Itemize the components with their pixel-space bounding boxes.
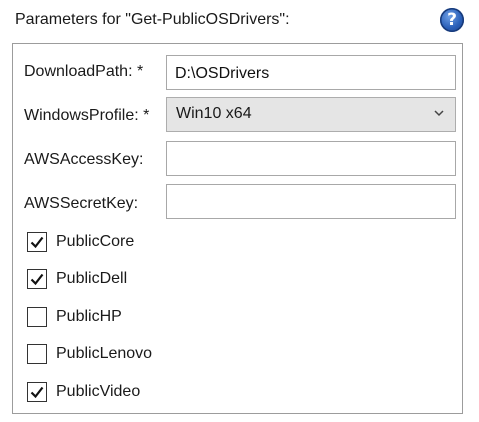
checkbox-label: PublicLenovo [56, 345, 153, 362]
windows-profile-selected-value: Win10 x64 [176, 105, 252, 122]
aws-access-key-label: AWSAccessKey: [24, 151, 144, 168]
checkbox-box[interactable] [27, 269, 47, 289]
checkbox-box[interactable] [27, 344, 47, 364]
checkmark-icon [30, 273, 44, 286]
aws-secret-key-label: AWSSecretKey: [24, 195, 139, 212]
download-path-input[interactable] [166, 55, 456, 90]
checkbox-label: PublicHP [56, 308, 122, 325]
aws-secret-key-input[interactable] [166, 184, 456, 219]
download-path-label: DownloadPath: * [24, 63, 144, 80]
checkmark-icon [30, 236, 44, 249]
windows-profile-label: WindowsProfile: * [24, 107, 150, 124]
checkmark-icon [30, 386, 44, 399]
checkbox-box[interactable] [27, 307, 47, 327]
checkbox-label: PublicDell [56, 270, 128, 287]
help-icon[interactable]: ? [440, 8, 464, 32]
dialog-title: Parameters for "Get-PublicOSDrivers": [15, 11, 290, 28]
chevron-down-icon [434, 110, 444, 117]
checkbox-box[interactable] [27, 232, 47, 252]
checkbox-label: PublicVideo [56, 383, 141, 400]
windows-profile-select[interactable]: Win10 x64 [166, 97, 456, 132]
aws-access-key-input[interactable] [166, 141, 456, 176]
checkbox-label: PublicCore [56, 233, 135, 250]
checkbox-box[interactable] [27, 382, 47, 402]
